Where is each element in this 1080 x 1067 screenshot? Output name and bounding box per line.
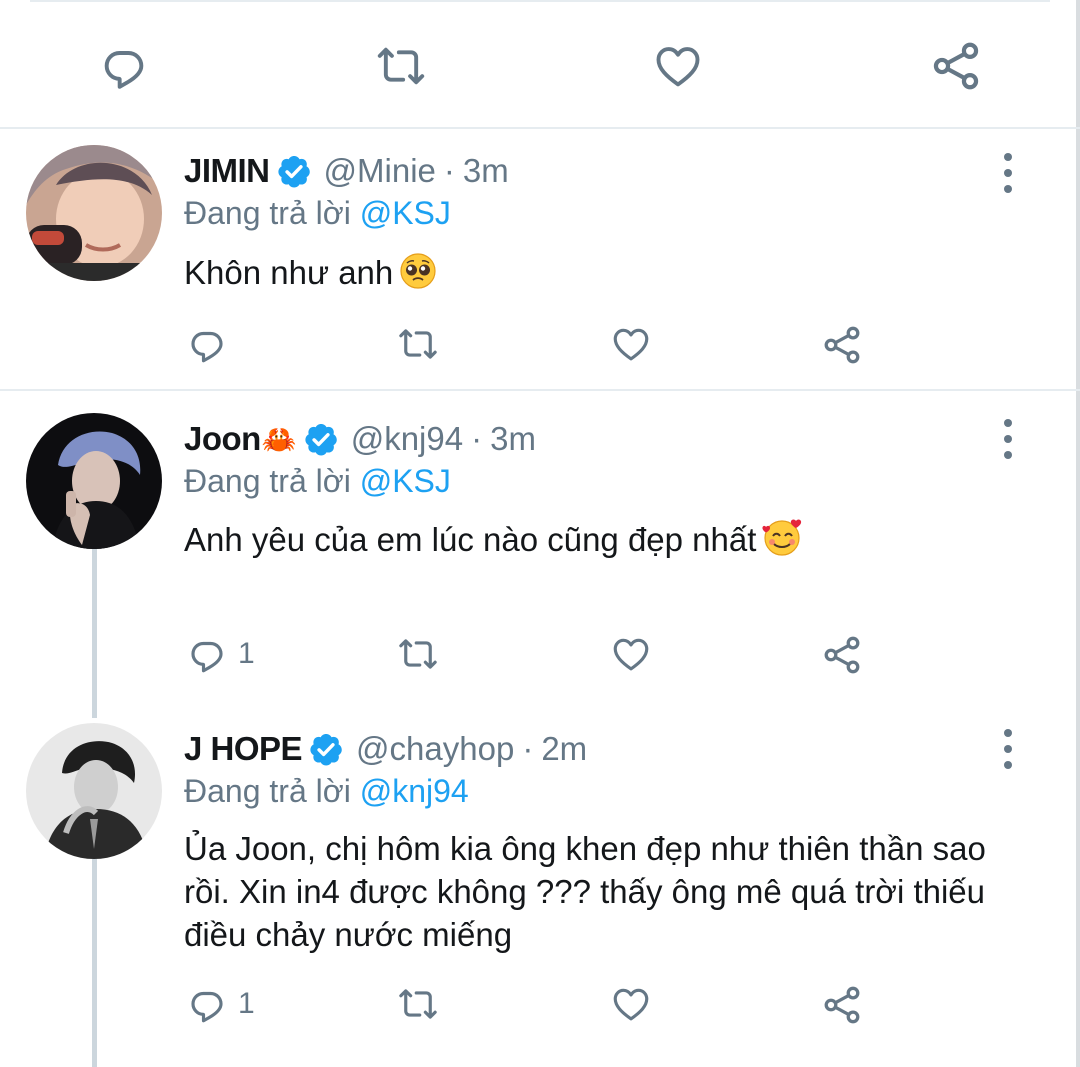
more-options-button[interactable] — [996, 729, 1020, 769]
reply-count: 1 — [238, 637, 255, 670]
more-options-button[interactable] — [996, 419, 1020, 459]
reply-button[interactable] — [186, 323, 228, 365]
retweet-icon — [394, 983, 442, 1025]
username[interactable]: @Minie — [324, 152, 436, 190]
retweet-button[interactable] — [394, 633, 442, 675]
share-icon — [820, 983, 864, 1027]
tweet-text: Khôn như anh — [184, 251, 1024, 301]
separator: · — [471, 420, 483, 457]
tweet-header: JIMIN @Minie · 3m — [184, 149, 509, 193]
like-icon — [610, 633, 652, 675]
replying-to: Đang trả lời @KSJ — [184, 195, 451, 232]
tweet-header: J HOPE @chayhop · 2m — [184, 727, 587, 771]
share-icon — [820, 633, 864, 677]
username[interactable]: @chayhop — [356, 730, 514, 768]
reply-icon — [98, 40, 150, 92]
share-button[interactable] — [820, 633, 864, 677]
replying-to: Đang trả lời @KSJ — [184, 463, 451, 500]
like-button[interactable] — [610, 633, 652, 675]
timestamp[interactable]: 2m — [541, 730, 587, 768]
retweet-button[interactable] — [372, 40, 430, 92]
tweet-actions: 1 — [0, 633, 1080, 683]
share-button[interactable] — [928, 38, 984, 94]
avatar-photo — [26, 723, 162, 859]
replying-to-mention[interactable]: @KSJ — [360, 195, 451, 231]
tweet-text: Anh yêu của em lúc nào cũng đẹp nhất — [184, 517, 1024, 568]
tweet-text: Ủa Joon, chị hôm kia ông khen đẹp như th… — [184, 827, 1014, 956]
tweet-actions: 1 — [0, 983, 1080, 1033]
display-name[interactable]: JIMIN — [184, 152, 270, 190]
tweet-jhope[interactable]: J HOPE @chayhop · 2m Đang trả lời @knj94… — [0, 701, 1080, 1067]
retweet-icon — [372, 40, 430, 92]
display-name[interactable]: J HOPE — [184, 730, 303, 768]
avatar-photo — [26, 413, 162, 549]
avatar[interactable] — [26, 723, 162, 859]
verified-badge-icon — [303, 421, 339, 457]
tweet-joon[interactable]: Joon 🦀 @knj94 · 3m Đang trả lời @KSJ Anh… — [0, 391, 1080, 701]
replying-to-mention[interactable]: @KSJ — [360, 463, 451, 499]
more-options-button[interactable] — [996, 153, 1020, 193]
avatar[interactable] — [26, 145, 162, 281]
tweet-actions — [0, 323, 1080, 373]
timestamp[interactable]: 3m — [463, 152, 509, 190]
like-icon — [652, 40, 704, 92]
retweet-button[interactable] — [394, 983, 442, 1025]
tweet-text-content: Ủa Joon, chị hôm kia ông khen đẹp như th… — [184, 830, 986, 953]
avatar[interactable] — [26, 413, 162, 549]
replying-to-mention[interactable]: @knj94 — [360, 773, 469, 809]
verified-badge-icon — [276, 153, 312, 189]
username[interactable]: @knj94 — [351, 420, 463, 458]
avatar-photo — [26, 145, 162, 281]
tweet-text-content: Khôn như anh — [184, 254, 394, 291]
share-button[interactable] — [820, 983, 864, 1027]
like-button[interactable] — [610, 323, 652, 365]
top-divider — [30, 0, 1050, 2]
tweet-jimin[interactable]: JIMIN @Minie · 3m Đang trả lời @KSJ Khôn… — [0, 129, 1080, 389]
tweet-header: Joon 🦀 @knj94 · 3m — [184, 417, 536, 461]
separator: · — [522, 730, 534, 767]
display-name[interactable]: Joon — [184, 420, 261, 458]
timestamp[interactable]: 3m — [490, 420, 536, 458]
share-icon — [820, 323, 864, 367]
reply-icon — [186, 323, 228, 365]
replying-to-label: Đang trả lời — [184, 195, 351, 231]
separator: · — [443, 152, 455, 189]
reply-button[interactable]: 1 — [186, 983, 255, 1025]
replying-to-label: Đang trả lời — [184, 463, 351, 499]
share-button[interactable] — [820, 323, 864, 367]
reply-button[interactable] — [98, 40, 150, 92]
parent-tweet-actions — [0, 30, 1080, 102]
retweet-icon — [394, 323, 442, 365]
retweet-button[interactable] — [394, 323, 442, 365]
share-icon — [928, 38, 984, 94]
crab-emoji: 🦀 — [261, 423, 297, 455]
like-button[interactable] — [652, 40, 704, 92]
like-icon — [610, 323, 652, 365]
reply-count: 1 — [238, 987, 255, 1020]
reply-button[interactable]: 1 — [186, 633, 255, 675]
replying-to-label: Đang trả lời — [184, 773, 351, 809]
reply-icon — [186, 983, 228, 1025]
tweet-text-content: Anh yêu của em lúc nào cũng đẹp nhất — [184, 521, 757, 558]
like-icon — [610, 983, 652, 1025]
reply-icon — [186, 633, 228, 675]
pleading-face-emoji — [399, 252, 437, 301]
smiling-face-with-hearts-emoji — [762, 517, 804, 568]
replying-to: Đang trả lời @knj94 — [184, 773, 469, 810]
retweet-icon — [394, 633, 442, 675]
like-button[interactable] — [610, 983, 652, 1025]
verified-badge-icon — [308, 731, 344, 767]
